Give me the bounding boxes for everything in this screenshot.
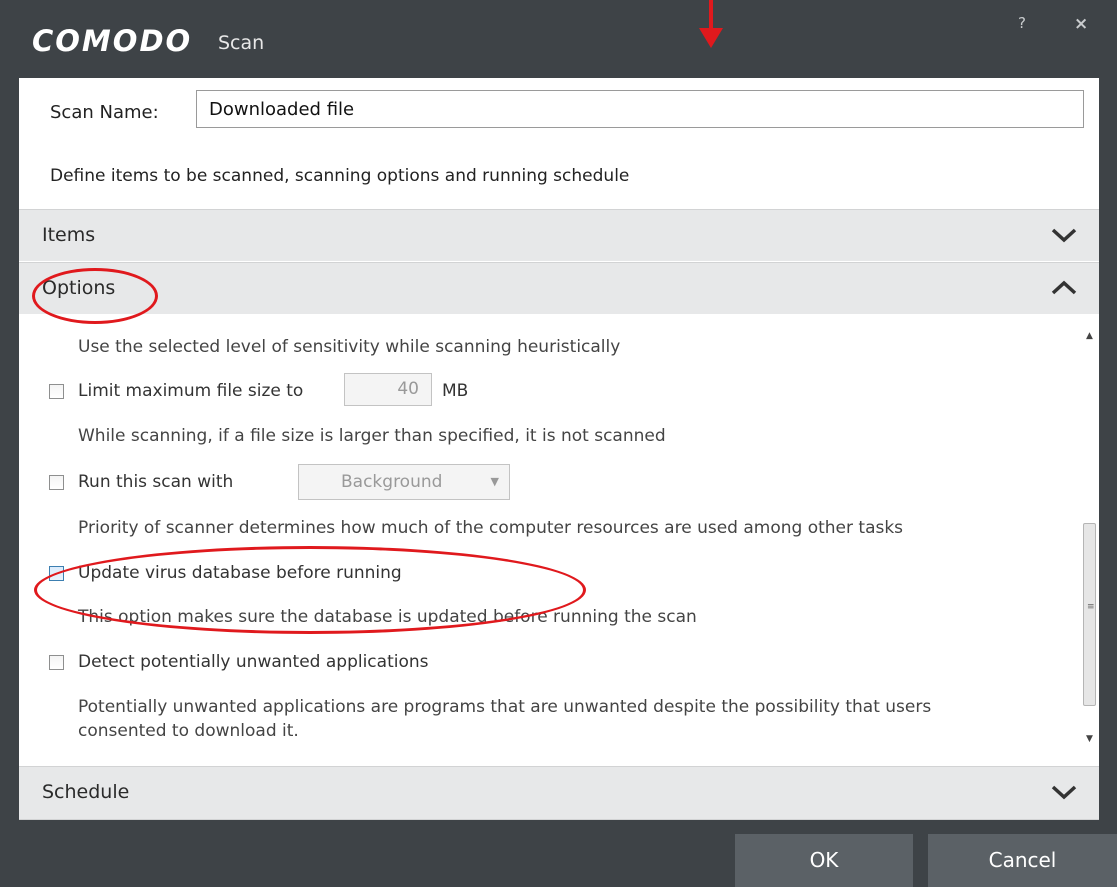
- dialog-description: Define items to be scanned, scanning opt…: [50, 166, 630, 186]
- scrollbar-thumb[interactable]: ≡: [1083, 523, 1096, 706]
- file-size-unit: MB: [442, 381, 469, 401]
- section-schedule-header[interactable]: Schedule: [19, 766, 1099, 820]
- limit-size-checkbox[interactable]: [49, 384, 64, 399]
- chevron-up-icon[interactable]: [1049, 277, 1079, 299]
- close-button[interactable]: ×: [1074, 14, 1088, 34]
- title-bar: COMODO Scan ? ×: [0, 0, 1117, 78]
- limit-size-description: While scanning, if a file size is larger…: [78, 426, 666, 446]
- pua-description-line2: consented to download it.: [78, 721, 299, 741]
- run-with-checkbox[interactable]: [49, 475, 64, 490]
- update-db-description: This option makes sure the database is u…: [78, 607, 697, 627]
- pua-description-line1: Potentially unwanted applications are pr…: [78, 697, 932, 717]
- update-db-label: Update virus database before running: [78, 563, 402, 583]
- comodo-logo: COMODO: [32, 24, 193, 58]
- dropdown-caret-icon: ▼: [490, 475, 499, 488]
- options-panel: Use the selected level of sensitivity wh…: [19, 314, 1099, 766]
- priority-select-value: Background: [341, 472, 443, 492]
- annotation-arrow-head: [699, 28, 723, 48]
- pua-checkbox[interactable]: [49, 655, 64, 670]
- section-items-label: Items: [42, 224, 96, 246]
- section-options-header[interactable]: Options: [19, 262, 1099, 314]
- section-schedule-label: Schedule: [42, 781, 130, 803]
- chevron-down-icon[interactable]: [1049, 224, 1079, 246]
- scroll-up-icon[interactable]: ▲: [1081, 328, 1098, 345]
- options-scrollbar[interactable]: ▲ ≡ ▼: [1081, 328, 1098, 748]
- scroll-down-icon[interactable]: ▼: [1081, 731, 1098, 748]
- scan-dialog: COMODO Scan ? × Scan Name: Define items …: [0, 0, 1117, 887]
- ok-button[interactable]: OK: [735, 834, 913, 887]
- chevron-down-icon[interactable]: [1049, 781, 1079, 803]
- limit-size-label: Limit maximum file size to: [78, 381, 304, 401]
- pua-label: Detect potentially unwanted applications: [78, 652, 429, 672]
- file-size-input[interactable]: 40: [344, 373, 432, 406]
- update-db-checkbox[interactable]: [49, 566, 64, 581]
- run-with-description: Priority of scanner determines how much …: [78, 518, 904, 538]
- scan-name-label: Scan Name:: [50, 102, 159, 123]
- grip-icon: ≡: [1087, 602, 1095, 612]
- section-options-label: Options: [42, 277, 116, 299]
- cancel-button[interactable]: Cancel: [928, 834, 1117, 887]
- annotation-arrow: [709, 0, 713, 30]
- priority-select[interactable]: Background ▼: [298, 464, 510, 500]
- heuristics-description: Use the selected level of sensitivity wh…: [78, 337, 621, 357]
- dialog-content: Scan Name: Define items to be scanned, s…: [19, 78, 1099, 820]
- run-with-label: Run this scan with: [78, 472, 234, 492]
- help-button[interactable]: ?: [1018, 14, 1026, 32]
- window-title: Scan: [218, 32, 265, 54]
- section-items-header[interactable]: Items: [19, 209, 1099, 261]
- scan-name-input[interactable]: [196, 90, 1084, 128]
